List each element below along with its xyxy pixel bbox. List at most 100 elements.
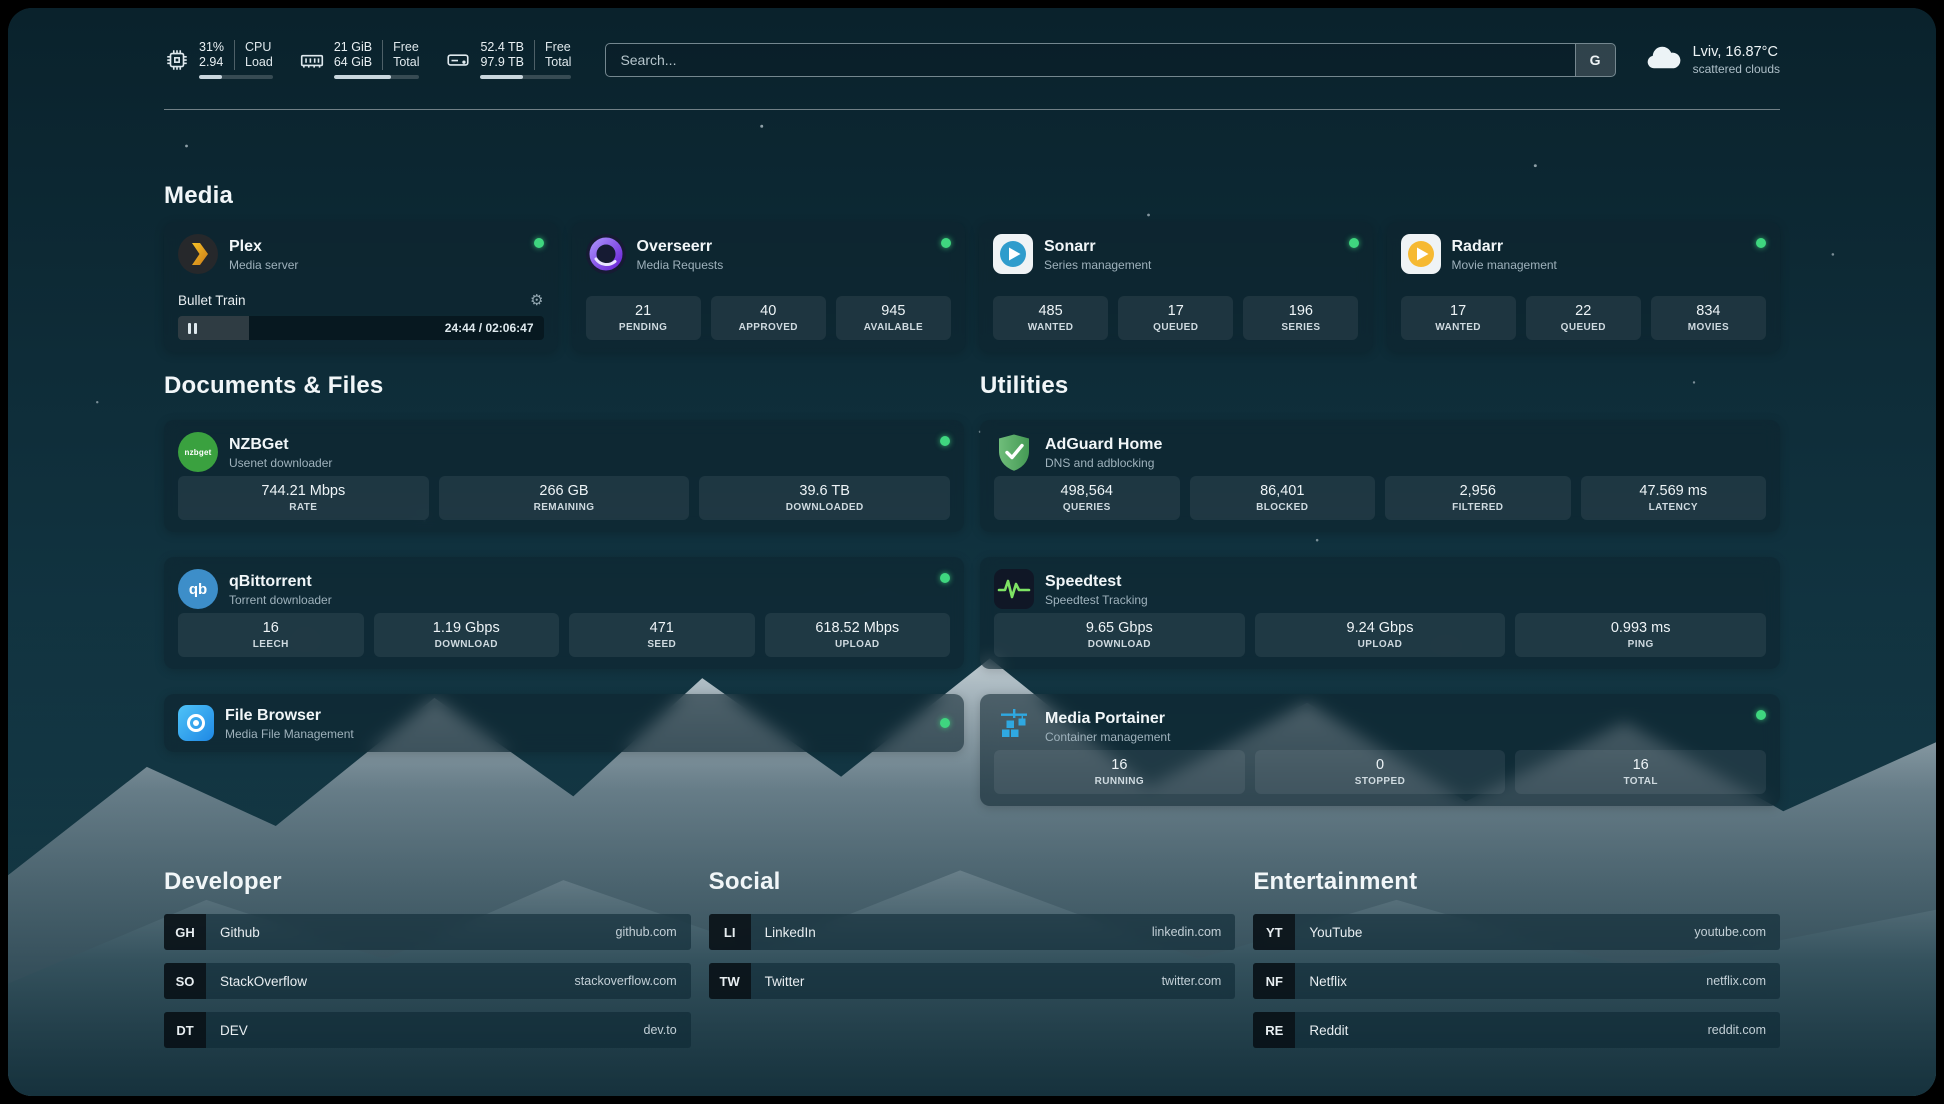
disk-free-value: 52.4 TB <box>480 40 524 55</box>
stat-available: 945 AVAILABLE <box>836 296 951 340</box>
cpu-percent: 31% <box>199 40 224 55</box>
stat-download: 1.19 Gbps DOWNLOAD <box>374 613 560 657</box>
search-input[interactable] <box>606 44 1574 76</box>
weather-condition: scattered clouds <box>1693 62 1780 76</box>
stat-rate: 744.21 Mbps RATE <box>178 476 429 520</box>
cpu-label: CPU <box>245 40 273 55</box>
stat-wanted: 485 WANTED <box>993 296 1108 340</box>
section-developer: Developer GH Github github.com SO StackO… <box>164 868 691 1048</box>
app-card-filebrowser[interactable]: File Browser Media File Management <box>164 694 964 752</box>
dev-icon: DT <box>164 1012 206 1048</box>
pause-icon[interactable] <box>188 323 197 334</box>
now-playing: Bullet Train ⚙ 24:44 / 02:06:47 <box>178 293 544 340</box>
stat-upload: 618.52 Mbps UPLOAD <box>765 613 951 657</box>
cpu-widget: 31% 2.94 CPU Load <box>164 40 273 79</box>
plex-icon <box>178 234 218 274</box>
stat-upload: 9.24 Gbps UPLOAD <box>1255 613 1506 657</box>
qbittorrent-icon: qb <box>178 569 218 609</box>
bookmark-stackoverflow[interactable]: SO StackOverflow stackoverflow.com <box>164 963 691 999</box>
section-social: Social LI LinkedIn linkedin.com TW Twitt… <box>709 868 1236 1048</box>
disk-icon <box>445 47 471 73</box>
status-online-dot <box>940 573 950 583</box>
adguard-icon <box>994 432 1034 472</box>
app-name: NZBGet <box>229 435 332 454</box>
search-engine-button[interactable]: G <box>1575 44 1615 76</box>
stat-seed: 471 SEED <box>569 613 755 657</box>
app-name: Speedtest <box>1045 572 1148 591</box>
radarr-icon <box>1401 234 1441 274</box>
app-desc: Media Requests <box>637 258 724 272</box>
stat-ping: 0.993 ms PING <box>1515 613 1766 657</box>
social-section-title: Social <box>709 868 1236 896</box>
search-bar: G <box>605 43 1615 77</box>
cloud-icon <box>1644 44 1682 75</box>
section-documents: Documents & Files nzbget NZBGet Usenet d… <box>164 372 964 806</box>
app-card-overseerr[interactable]: Overseerr Media Requests 21 PENDING 40 A… <box>572 222 966 352</box>
app-desc: Movie management <box>1452 258 1557 272</box>
status-online-dot <box>1756 710 1766 720</box>
app-desc: DNS and adblocking <box>1045 456 1162 470</box>
stat-remaining: 266 GB REMAINING <box>439 476 690 520</box>
app-desc: Speedtest Tracking <box>1045 593 1148 607</box>
status-online-dot <box>940 718 950 728</box>
app-desc: Container management <box>1045 730 1170 744</box>
github-icon: GH <box>164 914 206 950</box>
now-playing-title: Bullet Train <box>178 293 246 308</box>
section-media: Media Plex Me <box>164 182 1780 352</box>
app-name: Radarr <box>1452 237 1557 256</box>
section-entertainment: Entertainment YT YouTube youtube.com NF … <box>1253 868 1780 1048</box>
app-name: Sonarr <box>1044 237 1151 256</box>
bookmark-reddit[interactable]: RE Reddit reddit.com <box>1253 1012 1780 1048</box>
bookmark-twitter[interactable]: TW Twitter twitter.com <box>709 963 1236 999</box>
cpu-icon <box>164 47 190 73</box>
ram-widget: 21 GiB 64 GiB Free Total <box>299 40 420 79</box>
netflix-icon: NF <box>1253 963 1295 999</box>
app-name: File Browser <box>225 706 354 725</box>
dashboard-screen: 31% 2.94 CPU Load <box>8 8 1936 1096</box>
cpu-load-value: 2.94 <box>199 55 224 70</box>
stat-latency: 47.569 ms LATENCY <box>1581 476 1767 520</box>
disk-total-value: 97.9 TB <box>480 55 524 70</box>
bookmark-dev[interactable]: DT DEV dev.to <box>164 1012 691 1048</box>
app-desc: Torrent downloader <box>229 593 332 607</box>
bookmark-github[interactable]: GH Github github.com <box>164 914 691 950</box>
stackoverflow-icon: SO <box>164 963 206 999</box>
bookmark-linkedin[interactable]: LI LinkedIn linkedin.com <box>709 914 1236 950</box>
app-card-speedtest[interactable]: Speedtest Speedtest Tracking 9.65 Gbps D… <box>980 557 1780 669</box>
app-desc: Media server <box>229 258 298 272</box>
ram-free-value: 21 GiB <box>334 40 372 55</box>
portainer-icon <box>994 706 1034 746</box>
app-name: Overseerr <box>637 237 724 256</box>
disk-total-label: Total <box>545 55 571 70</box>
stat-approved: 40 APPROVED <box>711 296 826 340</box>
stat-blocked: 86,401 BLOCKED <box>1190 476 1376 520</box>
stat-series: 196 SERIES <box>1243 296 1358 340</box>
ram-free-label: Free <box>393 40 419 55</box>
app-card-radarr[interactable]: Radarr Movie management 17 WANTED 22 QUE… <box>1387 222 1781 352</box>
app-card-adguard[interactable]: AdGuard Home DNS and adblocking 498,564 … <box>980 420 1780 532</box>
filebrowser-icon <box>178 705 214 741</box>
stat-downloaded: 39.6 TB DOWNLOADED <box>699 476 950 520</box>
linkedin-icon: LI <box>709 914 751 950</box>
utilities-section-title: Utilities <box>980 372 1780 400</box>
app-card-nzbget[interactable]: nzbget NZBGet Usenet downloader 744.21 M… <box>164 420 964 532</box>
app-card-qbittorrent[interactable]: qb qBittorrent Torrent downloader 16 LEE… <box>164 557 964 669</box>
app-card-sonarr[interactable]: Sonarr Series management 485 WANTED 17 Q… <box>979 222 1373 352</box>
status-online-dot <box>1756 238 1766 248</box>
bookmark-youtube[interactable]: YT YouTube youtube.com <box>1253 914 1780 950</box>
status-online-dot <box>940 436 950 446</box>
app-desc: Series management <box>1044 258 1151 272</box>
bookmark-netflix[interactable]: NF Netflix netflix.com <box>1253 963 1780 999</box>
app-desc: Usenet downloader <box>229 456 332 470</box>
app-desc: Media File Management <box>225 727 354 741</box>
app-card-plex[interactable]: Plex Media server Bullet Train ⚙ <box>164 222 558 352</box>
weather-location: Lviv, 16.87°C <box>1693 44 1780 60</box>
status-online-dot <box>1349 238 1359 248</box>
gear-icon[interactable]: ⚙ <box>530 293 543 308</box>
cpu-progress-bar <box>199 75 273 79</box>
ram-icon <box>299 47 325 73</box>
overseerr-icon <box>586 234 626 274</box>
app-card-portainer[interactable]: Media Portainer Container management 16 … <box>980 694 1780 806</box>
youtube-icon: YT <box>1253 914 1295 950</box>
ram-total-label: Total <box>393 55 419 70</box>
